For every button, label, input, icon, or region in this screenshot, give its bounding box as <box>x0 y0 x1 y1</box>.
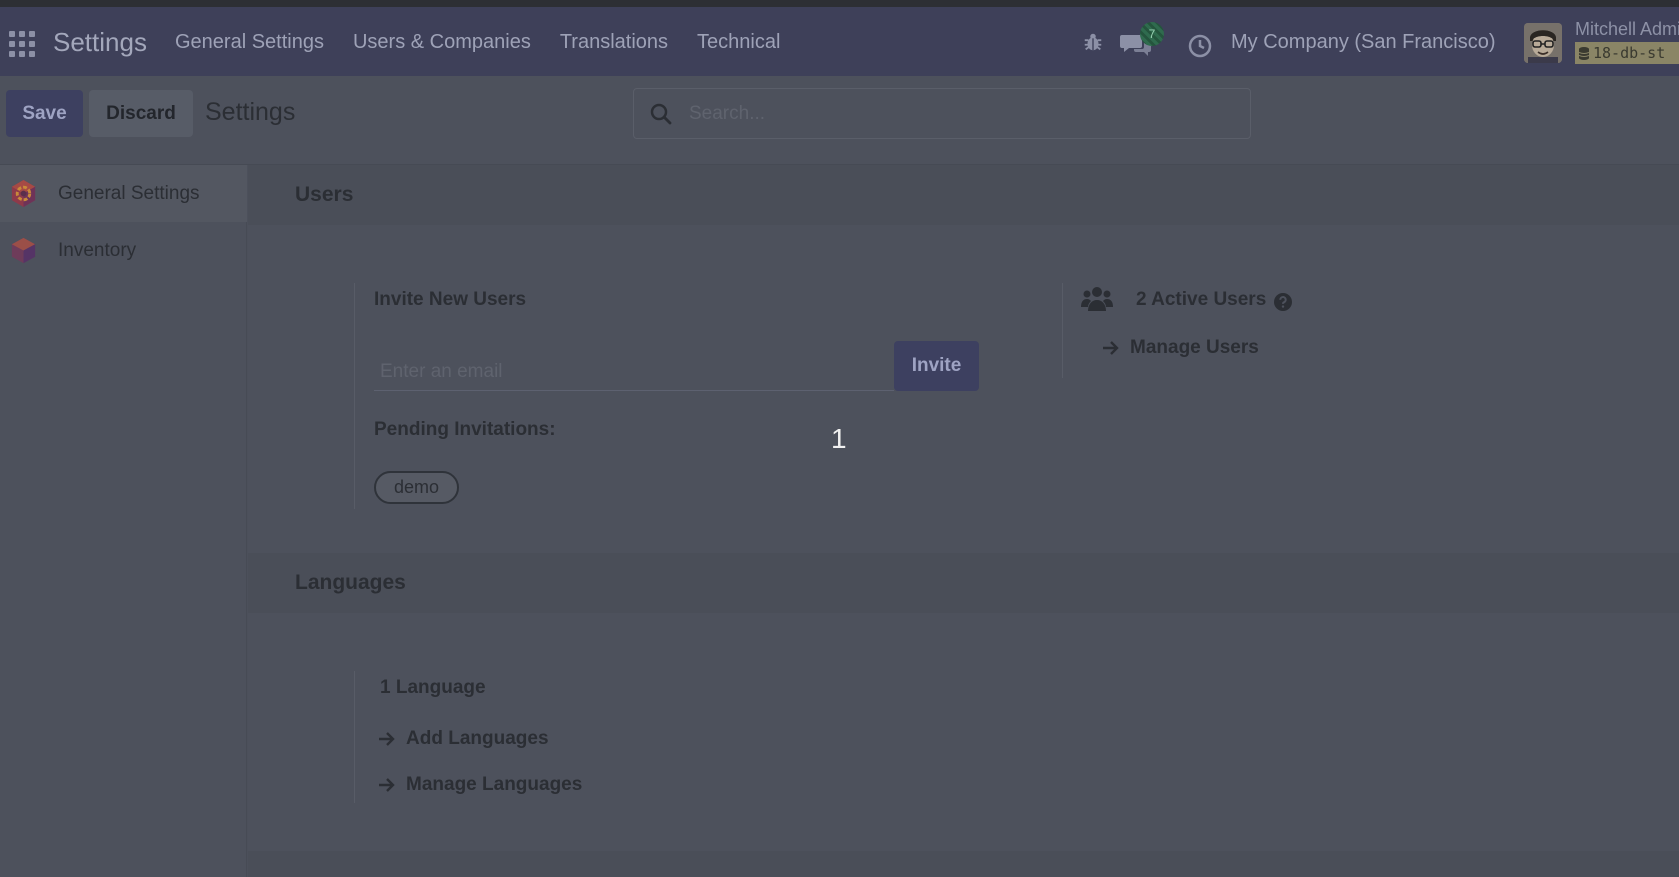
add-languages-label: Add Languages <box>406 728 549 749</box>
save-button[interactable]: Save <box>6 90 83 137</box>
divider <box>354 671 355 803</box>
control-panel: Save Discard Settings <box>0 76 1679 165</box>
sidebar-item-label: Inventory <box>58 239 137 261</box>
search-input[interactable] <box>689 101 1229 127</box>
help-icon[interactable] <box>1274 293 1292 311</box>
general-settings-icon <box>11 179 36 208</box>
add-languages-link[interactable]: Add Languages <box>378 728 549 750</box>
main-menu: General Settings Users & Companies Trans… <box>175 31 780 54</box>
section-header-users: Users <box>248 165 1679 225</box>
pending-invitation-tag[interactable]: demo <box>374 471 459 504</box>
clock-icon[interactable] <box>1188 34 1212 58</box>
settings-content: Users Invite New Users Invite Pending In… <box>248 165 1679 877</box>
section-title: Languages <box>295 571 406 594</box>
manage-users-link[interactable]: Manage Users <box>1102 337 1259 359</box>
language-count: 1 Language <box>380 677 486 698</box>
database-icon <box>1579 46 1589 60</box>
company-switcher[interactable]: My Company (San Francisco) <box>1231 31 1496 54</box>
window-top-strip <box>0 0 1679 7</box>
pending-invitations-label: Pending Invitations: <box>374 419 556 440</box>
search-bar[interactable] <box>633 88 1251 139</box>
active-users-count: 2 Active Users <box>1136 289 1267 310</box>
sidebar-item-general-settings[interactable]: General Settings <box>0 165 247 222</box>
manage-users-label: Manage Users <box>1130 337 1259 358</box>
search-icon <box>650 103 672 125</box>
invite-email-input[interactable] <box>374 353 894 391</box>
chat-badge: 7 <box>1140 22 1164 46</box>
step-marker: 1 <box>831 423 847 454</box>
section-header-next <box>248 851 1679 877</box>
menu-technical[interactable]: Technical <box>697 31 780 54</box>
menu-general-settings[interactable]: General Settings <box>175 31 324 54</box>
database-name: 18-db-st <box>1593 44 1666 62</box>
discard-button[interactable]: Discard <box>89 90 193 137</box>
invite-users-label: Invite New Users <box>374 289 527 310</box>
app-brand[interactable]: Settings <box>53 27 147 58</box>
database-tag: 18-db-st <box>1575 42 1679 64</box>
arrow-right-icon <box>379 778 395 792</box>
menu-translations[interactable]: Translations <box>560 31 668 54</box>
user-avatar[interactable] <box>1524 23 1562 63</box>
sidebar-item-label: General Settings <box>58 182 200 204</box>
arrow-right-icon <box>1103 341 1119 355</box>
settings-sidebar: General Settings Inventory <box>0 165 247 877</box>
apps-grid-icon[interactable] <box>9 31 35 57</box>
inventory-icon <box>11 237 36 264</box>
menu-users-companies[interactable]: Users & Companies <box>353 31 531 54</box>
section-title: Users <box>295 183 354 206</box>
pending-tag-label: demo <box>393 477 440 497</box>
manage-languages-link[interactable]: Manage Languages <box>378 774 582 796</box>
user-name[interactable]: Mitchell Admin <box>1575 19 1679 40</box>
top-navbar: Settings General Settings Users & Compan… <box>0 7 1679 76</box>
users-icon <box>1081 287 1113 311</box>
manage-languages-label: Manage Languages <box>406 774 583 795</box>
divider <box>354 283 355 509</box>
section-header-languages: Languages <box>248 553 1679 613</box>
divider <box>1062 283 1063 378</box>
invite-button[interactable]: Invite <box>894 341 979 391</box>
page-title: Settings <box>205 98 296 126</box>
bug-icon[interactable] <box>1082 31 1104 53</box>
arrow-right-icon <box>379 732 395 746</box>
sidebar-item-inventory[interactable]: Inventory <box>0 222 247 279</box>
